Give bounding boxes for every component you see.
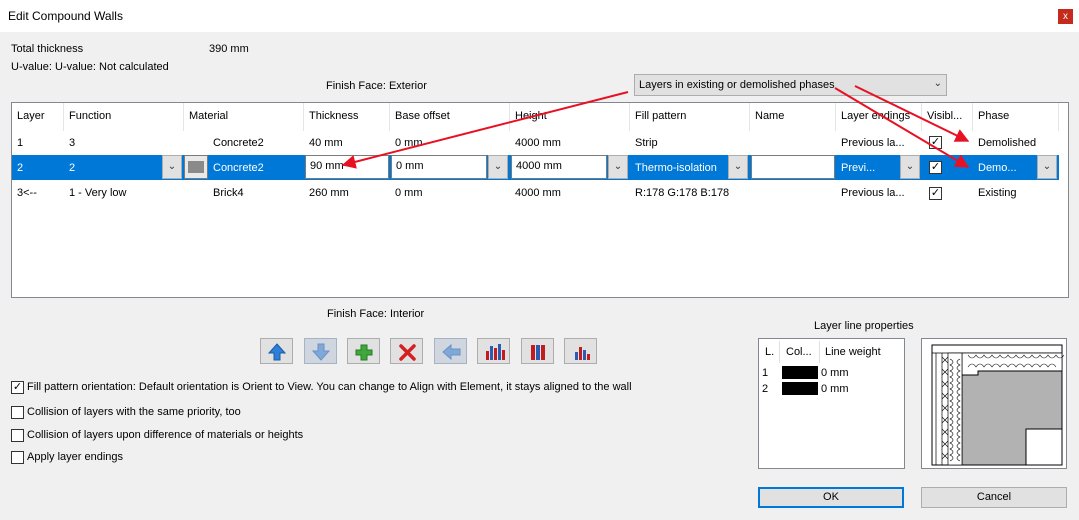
layer-line-properties-title: Layer line properties [814, 320, 914, 332]
layers-bars-icon [575, 347, 590, 360]
llp-row-weight: 0 mm [821, 383, 849, 395]
collision-materials-label: Collision of layers upon difference of m… [27, 429, 304, 441]
finish-face-interior-label: Finish Face: Interior [327, 308, 425, 320]
wall-section-drawing [931, 344, 1065, 466]
arrow-up-icon [267, 343, 287, 361]
layers-chart-button[interactable] [477, 338, 510, 364]
collision-same-priority-checkbox[interactable] [11, 406, 24, 419]
column-divider [779, 341, 780, 363]
annotation-arrow [834, 87, 970, 168]
llp-header-color: Col... [786, 346, 812, 358]
cancel-button[interactable]: Cancel [921, 487, 1067, 508]
add-layer-button[interactable] [347, 338, 380, 364]
annotation-arrow [341, 91, 629, 169]
line-color-swatch[interactable] [782, 382, 818, 395]
move-left-button[interactable] [434, 338, 467, 364]
layers-columns-icon [531, 345, 545, 360]
llp-row-weight: 0 mm [821, 367, 849, 379]
column-divider [819, 341, 820, 363]
move-up-button[interactable] [260, 338, 293, 364]
layer-line-properties-table[interactable]: L. Col... Line weight 1 0 mm 2 0 mm [758, 338, 905, 469]
delete-layer-icon [399, 344, 416, 361]
apply-layer-endings-label: Apply layer endings [27, 451, 124, 463]
ok-button[interactable]: OK [758, 487, 904, 508]
annotation-arrows [341, 85, 970, 169]
llp-header-layer: L. [765, 346, 775, 358]
layers-columns-button[interactable] [521, 338, 554, 364]
layers-chart-icon [486, 344, 505, 360]
llp-row-layer: 1 [762, 367, 769, 379]
arrow-left-icon [442, 343, 461, 361]
fill-pattern-orientation-checkbox[interactable]: ✓ [11, 381, 24, 394]
apply-layer-endings-checkbox[interactable] [11, 451, 24, 464]
move-down-button[interactable] [304, 338, 337, 364]
wall-section-preview [921, 338, 1067, 469]
line-color-swatch[interactable] [782, 366, 818, 379]
delete-layer-button[interactable] [390, 338, 423, 364]
add-layer-icon [355, 344, 373, 361]
arrow-down-icon [311, 343, 331, 361]
layers-bars-button[interactable] [564, 338, 597, 364]
collision-same-priority-label: Collision of layers with the same priori… [27, 406, 241, 418]
llp-row-layer: 2 [762, 383, 769, 395]
collision-materials-checkbox[interactable] [11, 429, 24, 442]
llp-header-line-weight: Line weight [825, 346, 881, 358]
fill-pattern-orientation-label: Fill pattern orientation: Default orient… [27, 381, 632, 393]
